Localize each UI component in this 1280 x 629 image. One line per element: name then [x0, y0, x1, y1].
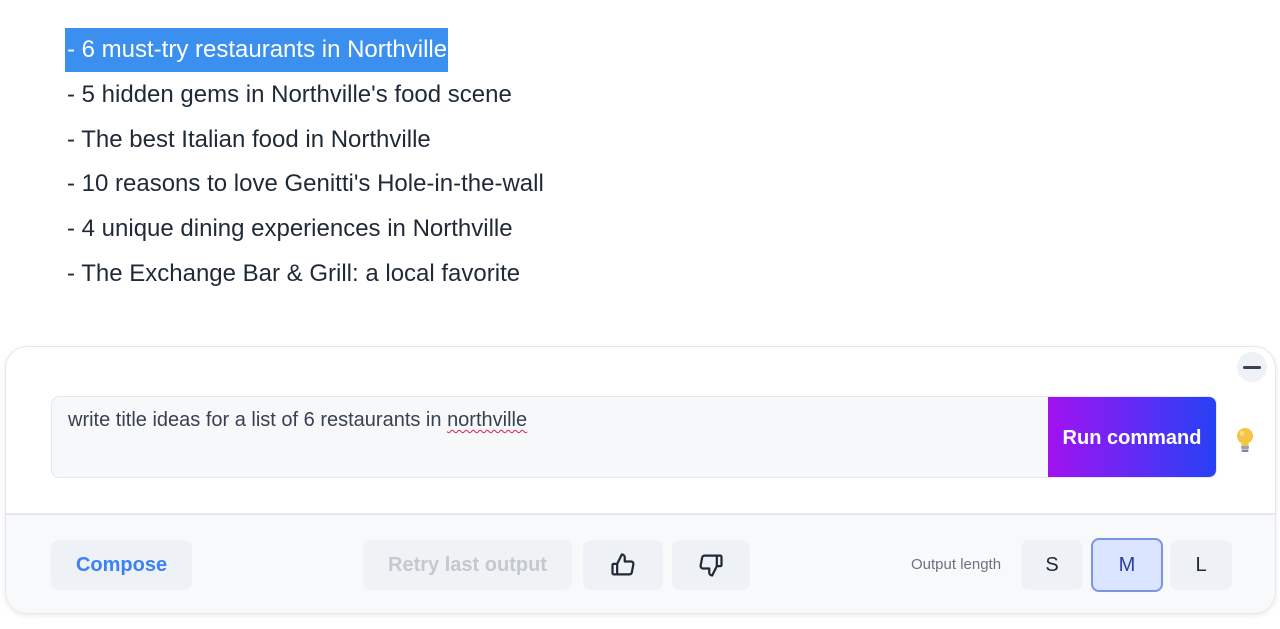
length-large-button[interactable]: L — [1170, 540, 1232, 590]
command-panel: write title ideas for a list of 6 restau… — [5, 346, 1276, 614]
length-small-button[interactable]: S — [1021, 540, 1083, 590]
collapse-panel-button[interactable] — [1237, 352, 1267, 382]
run-command-button[interactable]: Run command — [1048, 397, 1216, 477]
prompt-input[interactable]: write title ideas for a list of 6 restau… — [51, 396, 1217, 478]
generated-output-list: - 6 must-try restaurants in Northville -… — [65, 28, 545, 296]
prompt-text[interactable]: write title ideas for a list of 6 restau… — [68, 409, 527, 432]
thumbs-up-icon — [611, 553, 635, 576]
thumbs-down-icon — [699, 554, 723, 577]
output-line[interactable]: - 4 unique dining experiences in Northvi… — [65, 207, 545, 252]
output-line[interactable]: - 10 reasons to love Genitti's Hole-in-t… — [65, 162, 545, 207]
output-line[interactable]: - 5 hidden gems in Northville's food sce… — [65, 73, 545, 118]
command-footer: Compose Retry last output Output length … — [6, 513, 1275, 613]
misspelled-word: northville — [447, 409, 528, 431]
compose-button[interactable]: Compose — [51, 540, 192, 590]
lightbulb-icon[interactable] — [1233, 425, 1257, 455]
output-line[interactable]: - The best Italian food in Northville — [65, 117, 545, 162]
output-line-selected[interactable]: - 6 must-try restaurants in Northville — [65, 28, 545, 73]
minus-icon — [1243, 365, 1261, 369]
thumbs-up-button[interactable] — [583, 540, 663, 590]
length-medium-button[interactable]: M — [1091, 538, 1163, 592]
output-line[interactable]: - The Exchange Bar & Grill: a local favo… — [65, 251, 545, 296]
retry-last-output-button[interactable]: Retry last output — [363, 540, 572, 590]
output-length-label: Output length — [911, 556, 1002, 573]
thumbs-down-button[interactable] — [672, 540, 750, 590]
